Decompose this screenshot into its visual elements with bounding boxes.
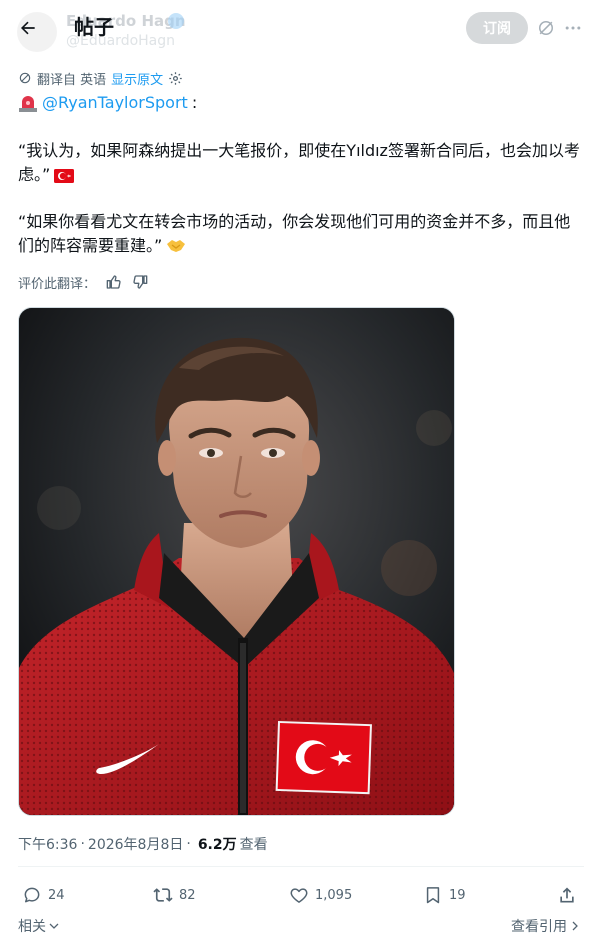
rate-translation-row: 评价此翻译： — [18, 272, 148, 292]
page-title: 帖子 — [74, 15, 114, 39]
reply-icon — [24, 887, 40, 903]
top-bar: Eduardo Hagn @EduardoHagn 帖子 订阅 — [0, 0, 599, 56]
post-meta: 下午6:36 · 2026年8月8日 · 6.2万 查看 — [18, 833, 268, 855]
views-label: 查看 — [239, 837, 268, 853]
paragraph-2-text: “如果你看看尤文在转会市场的活动，你会发现他们可用的资金并不多，而且他们的阵容需… — [18, 212, 571, 255]
turkey-flag-icon — [54, 169, 75, 183]
like-count: 1,095 — [315, 887, 353, 903]
grok-icon[interactable] — [536, 18, 556, 38]
divider — [18, 866, 584, 867]
view-quotes-link[interactable]: 查看引用 — [511, 916, 581, 936]
bookmark-button[interactable]: 19 — [423, 880, 466, 910]
translate-icon — [19, 72, 31, 84]
views-count: 6.2万 — [197, 837, 237, 853]
arrow-left-icon — [21, 21, 35, 35]
thumbs-down-icon[interactable] — [132, 274, 148, 290]
show-original-link[interactable]: 显示原文 — [111, 69, 163, 88]
share-icon — [560, 887, 574, 903]
translated-from-label: 翻译自 英语 — [37, 72, 107, 88]
related-label: 相关 — [18, 919, 46, 935]
bookmark-icon — [426, 887, 440, 904]
more-horizontal-icon[interactable] — [563, 18, 583, 38]
bookmark-count: 19 — [449, 887, 466, 903]
meta-separator: · — [80, 836, 85, 852]
verified-badge-icon — [168, 13, 184, 29]
meta-separator: · — [186, 836, 191, 852]
view-quotes-label: 查看引用 — [511, 919, 567, 935]
back-button[interactable] — [14, 14, 42, 42]
player-photo — [19, 308, 454, 815]
post-paragraph-1: “我认为，如果阿森纳提出一大笔报价，即使在Yıldız签署新合同后，也会加以考虑… — [18, 139, 584, 187]
rate-translation-label: 评价此翻译： — [18, 276, 97, 292]
chevron-down-icon — [49, 923, 59, 929]
police-light-icon — [19, 96, 37, 112]
subscribe-button[interactable]: 订阅 — [466, 12, 528, 44]
like-button[interactable]: 1,095 — [289, 880, 352, 910]
chevron-right-icon — [572, 921, 578, 931]
paragraph-1-text: “我认为，如果阿森纳提出一大笔报价，即使在Yıldız签署新合同后，也会加以考虑… — [18, 141, 580, 184]
share-button[interactable] — [557, 880, 577, 910]
translation-bar: 翻译自 英语 显示原文 — [18, 68, 183, 88]
post-date[interactable]: 2026年8月8日 — [88, 834, 183, 854]
mention-colon: : — [191, 93, 198, 112]
thumbs-up-icon[interactable] — [106, 274, 122, 290]
repost-count: 82 — [179, 887, 196, 903]
post-mention-line: @RyanTaylorSport: — [18, 91, 584, 115]
repost-icon — [153, 888, 173, 902]
handshake-icon — [167, 240, 186, 252]
reply-count: 24 — [48, 887, 65, 903]
related-toggle[interactable]: 相关 — [18, 916, 60, 936]
post-paragraph-2: “如果你看看尤文在转会市场的活动，你会发现他们可用的资金并不多，而且他们的阵容需… — [18, 210, 584, 258]
mention-link[interactable]: @RyanTaylorSport — [42, 91, 188, 115]
reply-button[interactable]: 24 — [22, 880, 65, 910]
heart-icon — [290, 888, 308, 903]
post-image[interactable] — [18, 307, 455, 816]
gear-icon[interactable] — [168, 71, 183, 86]
action-bar: 24 82 1,095 19 — [18, 880, 584, 910]
post-time[interactable]: 下午6:36 — [18, 834, 77, 854]
repost-button[interactable]: 82 — [153, 880, 196, 910]
